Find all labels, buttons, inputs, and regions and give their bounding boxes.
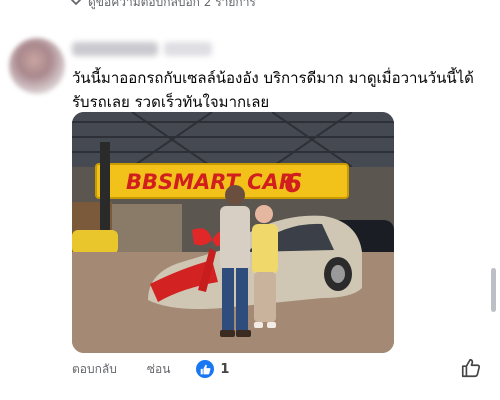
thumbs-up-outline-icon[interactable] bbox=[460, 357, 482, 379]
thumbs-up-icon[interactable] bbox=[196, 360, 215, 378]
author-name-blurred[interactable] bbox=[72, 42, 232, 58]
scrollbar-thumb[interactable] bbox=[491, 268, 496, 312]
comment-photo[interactable]: BBSMART CAR 6 bbox=[72, 112, 394, 353]
showroom-photo-illustration: BBSMART CAR 6 bbox=[72, 112, 394, 353]
avatar[interactable] bbox=[9, 38, 65, 94]
hide-button[interactable]: ซ่อน bbox=[147, 360, 171, 379]
chevron-down-icon bbox=[71, 0, 81, 5]
like-count: 1 bbox=[220, 361, 230, 377]
view-more-replies-link[interactable]: ดูข้อความตอบกลับอีก 2 รายการ bbox=[70, 0, 256, 10]
reply-button[interactable]: ตอบกลับ bbox=[72, 360, 117, 379]
comment-actions: ตอบกลับ ซ่อน 1 bbox=[72, 359, 229, 379]
showroom-sign-number: 6 bbox=[284, 169, 302, 199]
comment-text-line-2: รับรถเลย รวดเร็วทันใจมากเลย bbox=[72, 93, 270, 111]
showroom-sign-text: BBSMART CAR bbox=[126, 170, 295, 194]
comment-text: วันนี้มาออกรถกับเซลล์น้องอัง บริการดีมาก… bbox=[72, 66, 482, 114]
view-more-replies-label: ดูข้อความตอบกลับอีก 2 รายการ bbox=[88, 0, 256, 9]
comment-text-line-1: วันนี้มาออกรถกับเซลล์น้องอัง บริการดีมาก… bbox=[72, 69, 474, 87]
